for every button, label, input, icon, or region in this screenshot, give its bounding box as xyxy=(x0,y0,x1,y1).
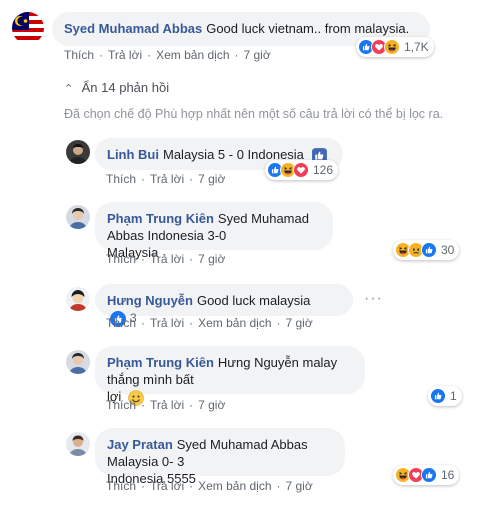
reply-button[interactable]: Trả lời xyxy=(150,252,184,266)
reply-actions: Thích · Trả lời · 7 giờ xyxy=(106,172,226,186)
timestamp[interactable]: 7 giờ xyxy=(286,479,313,493)
reaction-summary[interactable]: 1,7K xyxy=(356,37,434,57)
like-button[interactable]: Thích xyxy=(106,479,136,493)
avatar[interactable] xyxy=(12,12,44,44)
timestamp[interactable]: 7 giờ xyxy=(198,252,225,266)
reply-author[interactable]: Hưng Nguyễn xyxy=(107,293,193,308)
timestamp[interactable]: 7 giờ xyxy=(198,398,225,412)
reply-actions: Thích · Trả lời · Xem bản dịch · 7 giờ xyxy=(106,316,313,330)
avatar[interactable] xyxy=(66,350,90,374)
translate-button[interactable]: Xem bản dịch xyxy=(198,316,271,330)
reaction-count: 1,7K xyxy=(404,40,429,54)
reply-author[interactable]: Jay Pratan xyxy=(107,437,173,452)
reaction-summary[interactable]: 16 xyxy=(393,465,460,485)
reply-author[interactable]: Phạm Trung Kiên xyxy=(107,211,214,226)
hide-replies-label: Ẩn 14 phản hồi xyxy=(81,80,170,95)
timestamp[interactable]: 7 giờ xyxy=(244,48,271,62)
reaction-count: 126 xyxy=(313,163,334,177)
reply-button[interactable]: Trả lời xyxy=(150,479,184,493)
like-icon xyxy=(421,242,437,258)
like-button[interactable]: Thích xyxy=(106,252,136,266)
reply-bubble: Hưng Nguyễn Good luck malaysia 3 xyxy=(95,284,353,316)
reaction-summary[interactable]: 30 xyxy=(393,240,460,260)
like-button[interactable]: Thích xyxy=(106,316,136,330)
chevron-up-icon: ⌃ xyxy=(64,83,74,95)
reaction-count: 30 xyxy=(441,243,455,257)
avatar[interactable] xyxy=(66,432,90,456)
reply-button[interactable]: Trả lời xyxy=(150,398,184,412)
avatar[interactable] xyxy=(66,287,90,311)
more-options-icon[interactable]: ··· xyxy=(364,290,383,308)
reply-bubble: Jay Pratan Syed Muhamad Abbas Malaysia 0-… xyxy=(95,428,345,486)
reply-button[interactable]: Trả lời xyxy=(150,316,184,330)
malaysia-flag-avatar-icon xyxy=(12,12,44,44)
reply-author[interactable]: Linh Bui xyxy=(107,147,159,162)
reply-text: Good luck malaysia xyxy=(196,293,311,308)
comment-text: Good luck vietnam.. from malaysia. xyxy=(206,21,410,36)
reply-actions: Thích · Trả lời · Xem bản dịch · 7 giờ xyxy=(106,479,313,493)
like-icon xyxy=(430,388,446,404)
reply-author[interactable]: Phạm Trung Kiên xyxy=(107,355,214,370)
reply-actions: Thích · Trả lời · 7 giờ xyxy=(106,252,226,266)
reply-bubble: Phạm Trung Kiên Syed Muhamad Abbas Indone… xyxy=(95,202,333,260)
translate-button[interactable]: Xem bản dịch xyxy=(198,479,271,493)
avatar[interactable] xyxy=(66,205,90,229)
like-button[interactable]: Thích xyxy=(106,172,136,186)
like-icon xyxy=(421,467,437,483)
timestamp[interactable]: 7 giờ xyxy=(198,172,225,186)
comment-author[interactable]: Syed Muhamad Abbas xyxy=(64,21,202,36)
reply-button[interactable]: Trả lời xyxy=(108,48,142,62)
filter-notice: Đã chọn chế độ Phù hợp nhất nên một số c… xyxy=(64,107,444,121)
haha-icon xyxy=(384,39,400,55)
avatar[interactable] xyxy=(66,140,90,164)
reply-button[interactable]: Trả lời xyxy=(150,172,184,186)
reply-bubble: Phạm Trung Kiên Hưng Nguyễn malay thắng m… xyxy=(95,346,365,406)
reply-actions: Thích · Trả lời · 7 giờ xyxy=(106,398,226,412)
reaction-summary[interactable]: 126 xyxy=(265,160,339,180)
reaction-summary[interactable]: 1 xyxy=(428,386,462,406)
like-button[interactable]: Thích xyxy=(106,398,136,412)
reaction-count: 1 xyxy=(450,389,457,403)
love-icon xyxy=(293,162,309,178)
reaction-count: 16 xyxy=(441,468,455,482)
comment-actions: Thích · Trả lời · Xem bản dịch · 7 giờ xyxy=(64,48,271,62)
hide-replies-toggle[interactable]: ⌃ Ẩn 14 phản hồi xyxy=(64,80,169,95)
translate-button[interactable]: Xem bản dịch xyxy=(156,48,229,62)
like-button[interactable]: Thích xyxy=(64,48,94,62)
timestamp[interactable]: 7 giờ xyxy=(286,316,313,330)
